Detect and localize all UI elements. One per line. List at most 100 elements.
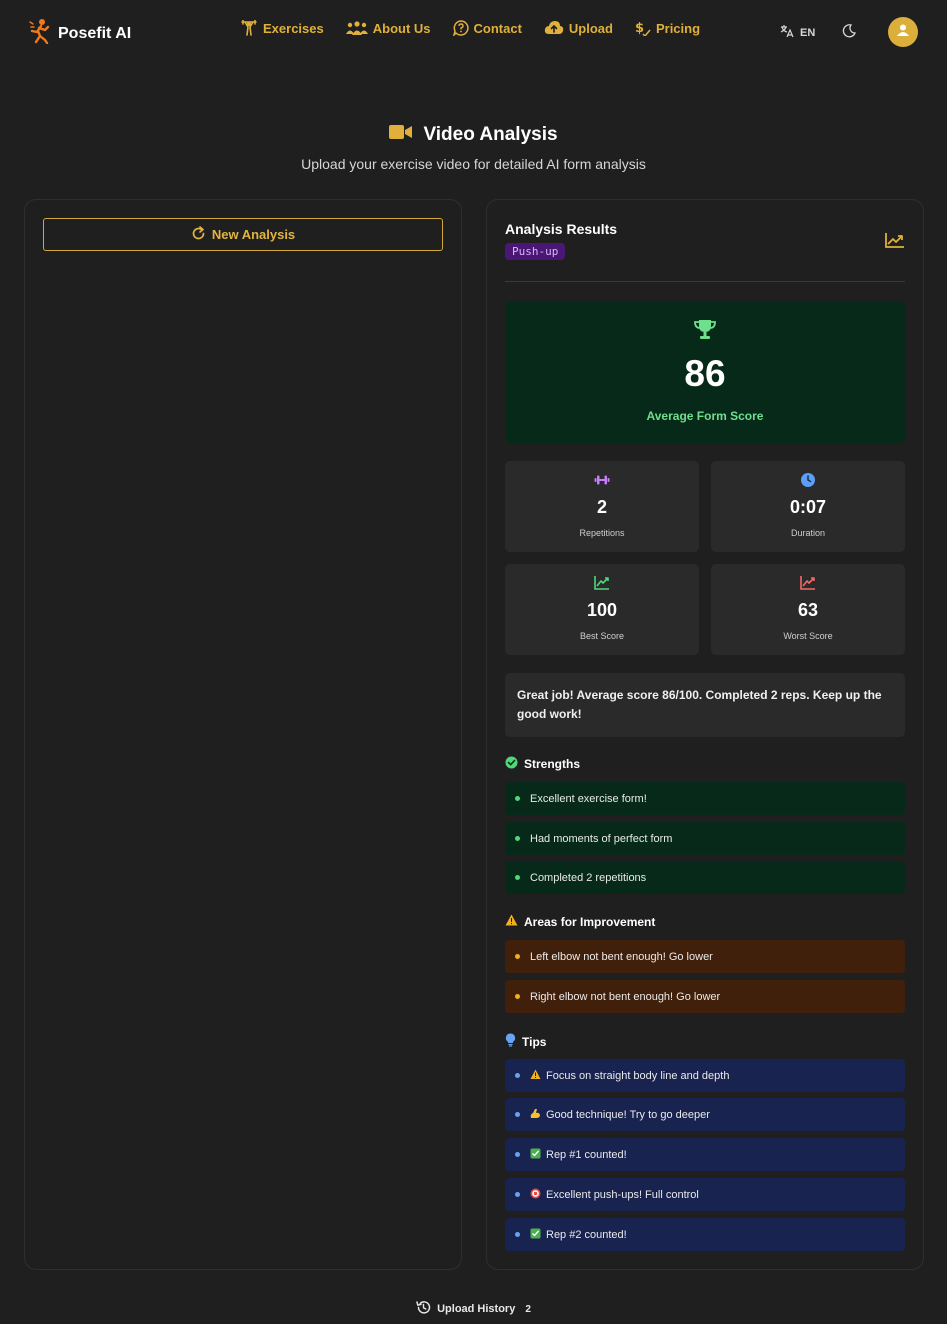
exercise-badge: Push-up [505, 243, 566, 260]
target-emoji-icon [530, 1188, 541, 1199]
tip-text: Good technique! Try to go deeper [546, 1109, 710, 1121]
tip-item: Excellent push-ups! Full control [505, 1178, 905, 1211]
runner-logo-icon [28, 18, 52, 49]
tip-item: Good technique! Try to go deeper [505, 1098, 905, 1131]
strengths-title: Strengths [524, 757, 581, 771]
svg-text:$: $ [635, 21, 644, 36]
page-subtitle: Upload your exercise video for detailed … [301, 156, 646, 172]
trophy-icon [693, 319, 717, 346]
upload-history-button[interactable]: Upload History 2 [0, 1300, 947, 1318]
strength-text: Completed 2 repetitions [530, 871, 647, 884]
tips-heading: Tips [505, 1033, 546, 1050]
improvement-text: Right elbow not bent enough! Go lower [530, 990, 721, 1003]
page-title: Video Analysis [389, 124, 558, 146]
check-box-emoji-icon [530, 1228, 541, 1239]
average-score-label: Average Form Score [646, 409, 764, 423]
tip-item: Rep #2 counted! [505, 1218, 905, 1251]
chart-line-icon [885, 233, 905, 253]
nav-link-upload[interactable]: Upload [544, 20, 613, 36]
improvement-item: Right elbow not bent enough! Go lower [505, 980, 905, 1013]
stat-repetitions: 2 Repetitions [505, 461, 699, 552]
improvement-text: Left elbow not bent enough! Go lower [530, 950, 713, 963]
video-panel: New Analysis [24, 199, 462, 1270]
divider [505, 281, 905, 282]
tip-text: Excellent push-ups! Full control [546, 1189, 699, 1201]
bullet-dot [515, 1152, 520, 1157]
bullet-dot [515, 1112, 520, 1117]
stat-label: Duration [790, 528, 826, 538]
flexed-biceps-emoji-icon [530, 1109, 540, 1118]
lightbulb-icon [505, 1033, 516, 1050]
bullet-dot [515, 1232, 520, 1237]
strength-text: Had moments of perfect form [530, 832, 673, 845]
upload-history-count: 2 [525, 1303, 531, 1315]
page-title-text: Video Analysis [423, 124, 558, 145]
view-chart-button[interactable] [885, 232, 905, 254]
video-camera-icon [389, 124, 413, 146]
tip-item: Focus on straight body line and depth [505, 1059, 905, 1092]
stat-value: 0:07 [789, 497, 827, 517]
tip-text: Rep #1 counted! [546, 1149, 627, 1161]
nav-link-about-us[interactable]: About Us [345, 20, 431, 36]
tips-title: Tips [522, 1034, 547, 1049]
strength-item: Completed 2 repetitions [505, 861, 905, 894]
warning-emoji-icon [530, 1069, 541, 1079]
stat-value: 100 [586, 600, 618, 620]
strength-item: Had moments of perfect form [505, 822, 905, 855]
nav-link-label: Exercises [263, 20, 324, 36]
new-analysis-label: New Analysis [211, 227, 296, 242]
user-avatar[interactable] [888, 17, 918, 47]
bullet-dot [515, 836, 520, 841]
stat-label: Best Score [579, 631, 625, 641]
warning-icon [505, 914, 518, 929]
stat-duration: 0:07 Duration [711, 461, 905, 552]
improvement-heading: Areas for Improvement [505, 914, 655, 929]
results-title: Analysis Results [505, 221, 618, 237]
bullet-dot [515, 1192, 520, 1197]
stat-label: Worst Score [783, 631, 833, 641]
improvement-title: Areas for Improvement [524, 914, 656, 929]
tip-text: Rep #2 counted! [546, 1229, 627, 1241]
new-analysis-button[interactable]: New Analysis [43, 218, 443, 251]
stat-label: Repetitions [579, 528, 625, 538]
stat-value: 63 [797, 600, 819, 620]
nav-links: Exercises About Us Contact Upload $ Pric… [240, 20, 700, 36]
average-score-value: 86 [684, 353, 726, 394]
bullet-dot [515, 994, 520, 999]
check-circle-icon [505, 756, 518, 772]
check-box-emoji-icon [530, 1148, 541, 1159]
average-score-card: 86 Average Form Score [505, 301, 905, 443]
theme-toggle[interactable] [842, 24, 856, 43]
stat-best-score: 100 Best Score [505, 564, 699, 655]
help-circle-icon [452, 20, 469, 36]
user-icon [896, 23, 910, 42]
refresh-icon [191, 225, 206, 244]
dumbbell-icon [594, 472, 610, 493]
clock-icon [800, 472, 816, 493]
weightlifter-icon [240, 20, 258, 36]
nav-link-pricing[interactable]: $ Pricing [635, 20, 700, 36]
nav-link-label: Upload [568, 20, 613, 36]
strengths-heading: Strengths [505, 756, 580, 772]
strength-item: Excellent exercise form! [505, 782, 905, 815]
brand-logo-link[interactable]: Posefit AI [28, 18, 131, 49]
tip-text-wrap: Good technique! Try to go deeper [530, 1108, 710, 1121]
history-icon [416, 1300, 431, 1318]
tip-text-wrap: Rep #2 counted! [530, 1228, 627, 1241]
nav-link-exercises[interactable]: Exercises [240, 20, 324, 36]
language-code: EN [800, 26, 816, 39]
brand-name: Posefit AI [58, 24, 132, 42]
strength-text: Excellent exercise form! [530, 792, 647, 805]
trend-chart-icon [800, 575, 816, 596]
page-header: Video Analysis Upload your exercise vide… [0, 124, 947, 172]
nav-link-contact[interactable]: Contact [452, 20, 522, 36]
upload-history-label: Upload History [437, 1303, 516, 1315]
cloud-upload-icon [544, 20, 564, 36]
moon-icon [842, 24, 856, 42]
tip-text-wrap: Rep #1 counted! [530, 1148, 627, 1161]
language-selector[interactable]: EN [780, 24, 815, 41]
tip-text: Focus on straight body line and depth [546, 1070, 730, 1082]
nav-link-label: About Us [372, 20, 431, 36]
stat-worst-score: 63 Worst Score [711, 564, 905, 655]
dollar-icon: $ [635, 20, 651, 36]
